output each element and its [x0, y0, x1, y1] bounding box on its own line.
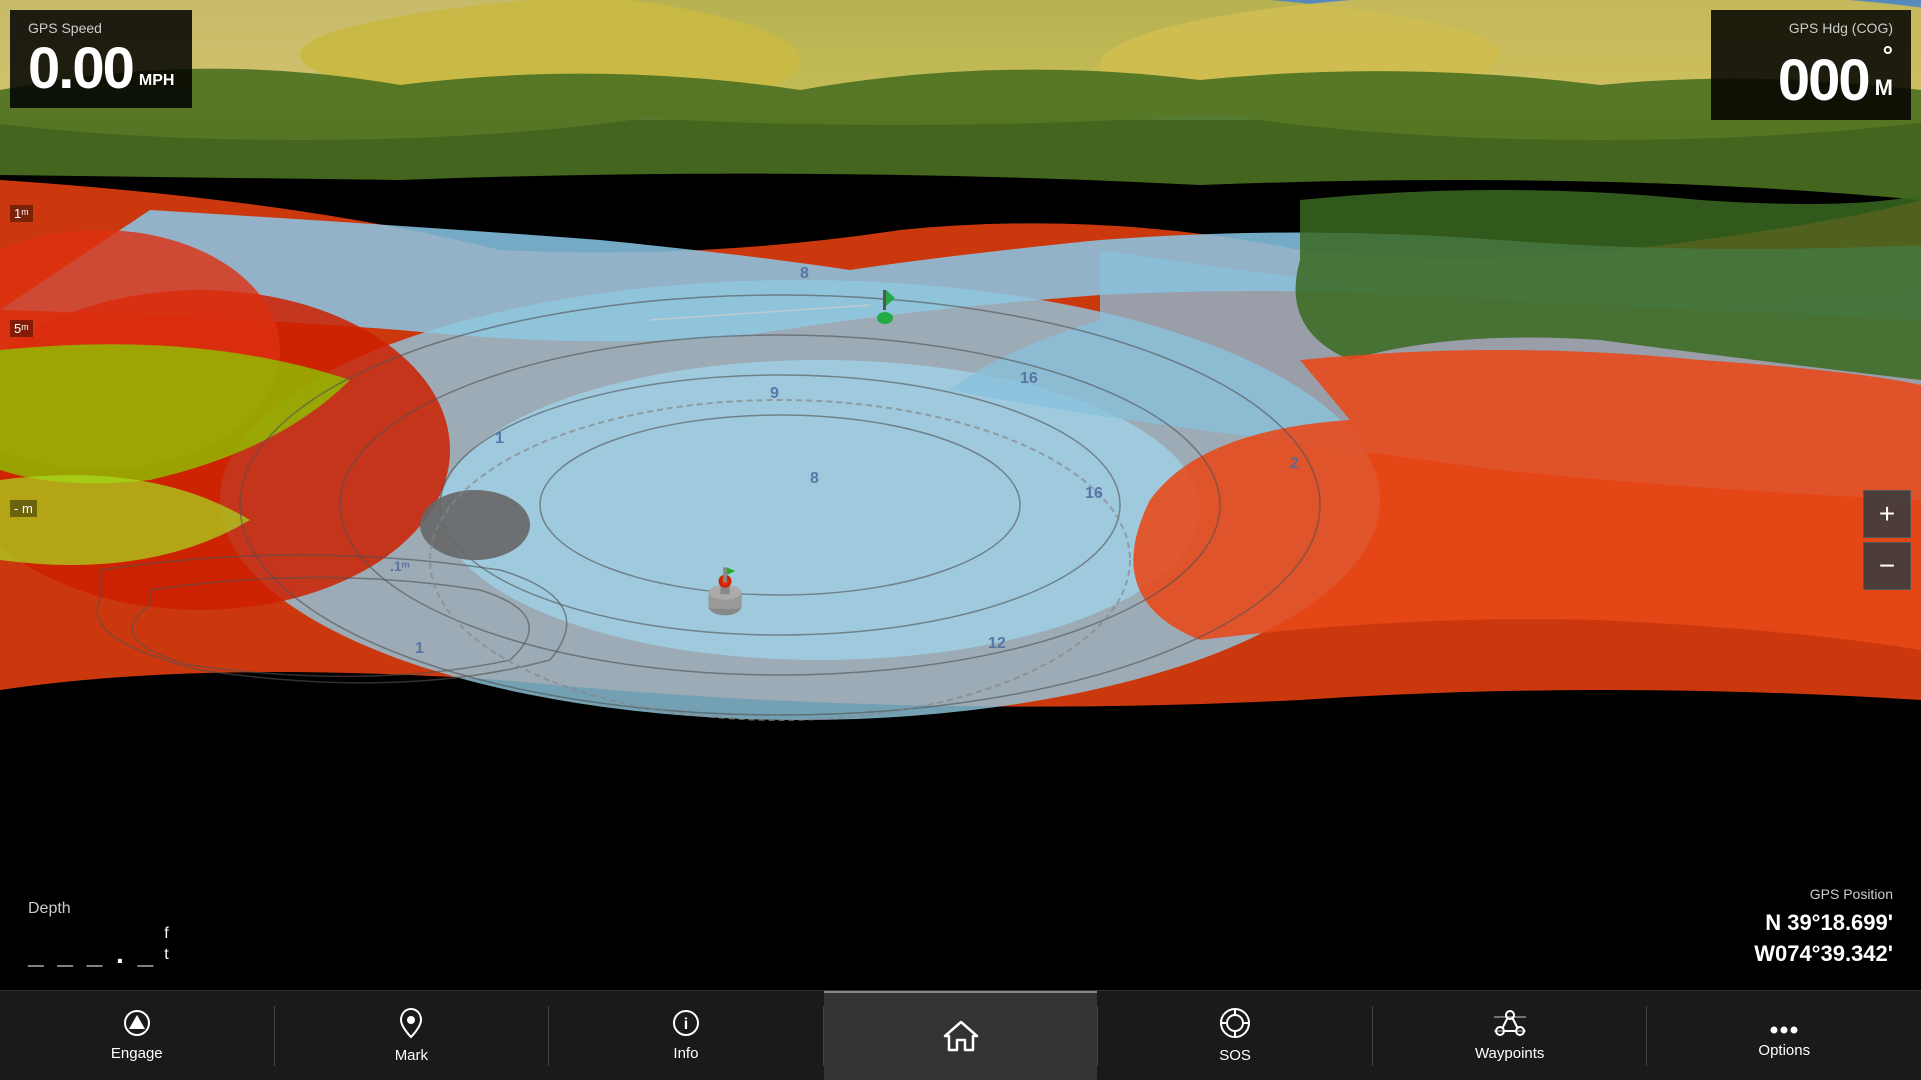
- depth-label: Depth: [28, 900, 172, 918]
- sos-icon: [1219, 1007, 1251, 1043]
- depth-label-0.1m: .1ᵐ: [390, 558, 410, 574]
- nav-options-label: Options: [1758, 1042, 1810, 1059]
- depth-label-2: 2: [1290, 455, 1299, 473]
- bottom-nav: Engage Mark i Info: [0, 990, 1921, 1080]
- depth-label-1a: 1: [495, 430, 504, 448]
- depth-value: _ _ _ . _: [28, 938, 156, 970]
- app: 1ᵐ 5ᵐ - m 9 16 8 16 1 1 12 2 .1ᵐ 8: [0, 0, 1921, 1080]
- nav-mark-label: Mark: [395, 1047, 428, 1064]
- nav-engage-label: Engage: [111, 1045, 163, 1062]
- depth-label-12: 12: [988, 635, 1006, 653]
- gps-position-widget: GPS Position N 39°18.699' W074°39.342': [1691, 876, 1911, 980]
- depth-label-9: 9: [770, 385, 779, 403]
- depth-unit: f t: [164, 924, 168, 966]
- gps-hdg-value: 000: [1778, 52, 1869, 110]
- gps-lat: N 39°18.699': [1709, 908, 1893, 939]
- nav-sos-label: SOS: [1219, 1047, 1251, 1064]
- gps-speed-unit: MPH: [139, 71, 175, 90]
- nav-mark[interactable]: Mark: [275, 991, 549, 1080]
- home-icon: [943, 1018, 979, 1056]
- depth-label-16a: 16: [1020, 370, 1038, 388]
- scale-m: - m: [10, 500, 37, 517]
- nav-engage[interactable]: Engage: [0, 991, 274, 1080]
- waypoints-icon: [1494, 1009, 1526, 1041]
- boat-icon: [700, 560, 750, 620]
- gps-speed-value: 0.00: [28, 40, 133, 98]
- scale-1m: 1ᵐ: [10, 205, 33, 222]
- depth-label-1b: 1: [415, 640, 424, 658]
- nav-waypoints-label: Waypoints: [1475, 1045, 1544, 1062]
- gps-speed-label: GPS Speed: [28, 20, 174, 36]
- depth-widget: Depth _ _ _ . _ f t: [10, 890, 190, 980]
- gps-position-label: GPS Position: [1709, 886, 1893, 902]
- gps-lon: W074°39.342': [1709, 939, 1893, 970]
- zoom-out-button[interactable]: −: [1863, 542, 1911, 590]
- gps-hdg-label: GPS Hdg (COG): [1729, 20, 1893, 36]
- map-background[interactable]: 1ᵐ 5ᵐ - m 9 16 8 16 1 1 12 2 .1ᵐ 8: [0, 0, 1921, 1080]
- engage-icon: [123, 1009, 151, 1041]
- depth-label-8b: 8: [800, 265, 809, 283]
- map-svg: [0, 0, 1921, 990]
- zoom-in-button[interactable]: +: [1863, 490, 1911, 538]
- nav-info-label: Info: [673, 1045, 698, 1062]
- depth-label-16b: 16: [1085, 485, 1103, 503]
- gps-hdg-widget: GPS Hdg (COG) 000 °M: [1711, 10, 1911, 120]
- nav-home[interactable]: [824, 991, 1098, 1080]
- options-icon: [1770, 1012, 1798, 1038]
- depth-label-8a: 8: [810, 470, 819, 488]
- svg-text:i: i: [684, 1016, 688, 1033]
- scale-5m: 5ᵐ: [10, 320, 33, 337]
- nav-sos[interactable]: SOS: [1098, 991, 1372, 1080]
- mark-icon: [397, 1007, 425, 1043]
- sky: [0, 0, 1921, 120]
- gps-speed-widget: GPS Speed 0.00 MPH: [10, 10, 192, 108]
- gps-hdg-unit: °M: [1875, 40, 1893, 102]
- zoom-controls: + −: [1863, 490, 1911, 590]
- nav-waypoints[interactable]: Waypoints: [1373, 991, 1647, 1080]
- info-icon: i: [672, 1009, 700, 1041]
- nav-options[interactable]: Options: [1647, 991, 1921, 1080]
- nav-info[interactable]: i Info: [549, 991, 823, 1080]
- buoy-marker: [875, 290, 895, 325]
